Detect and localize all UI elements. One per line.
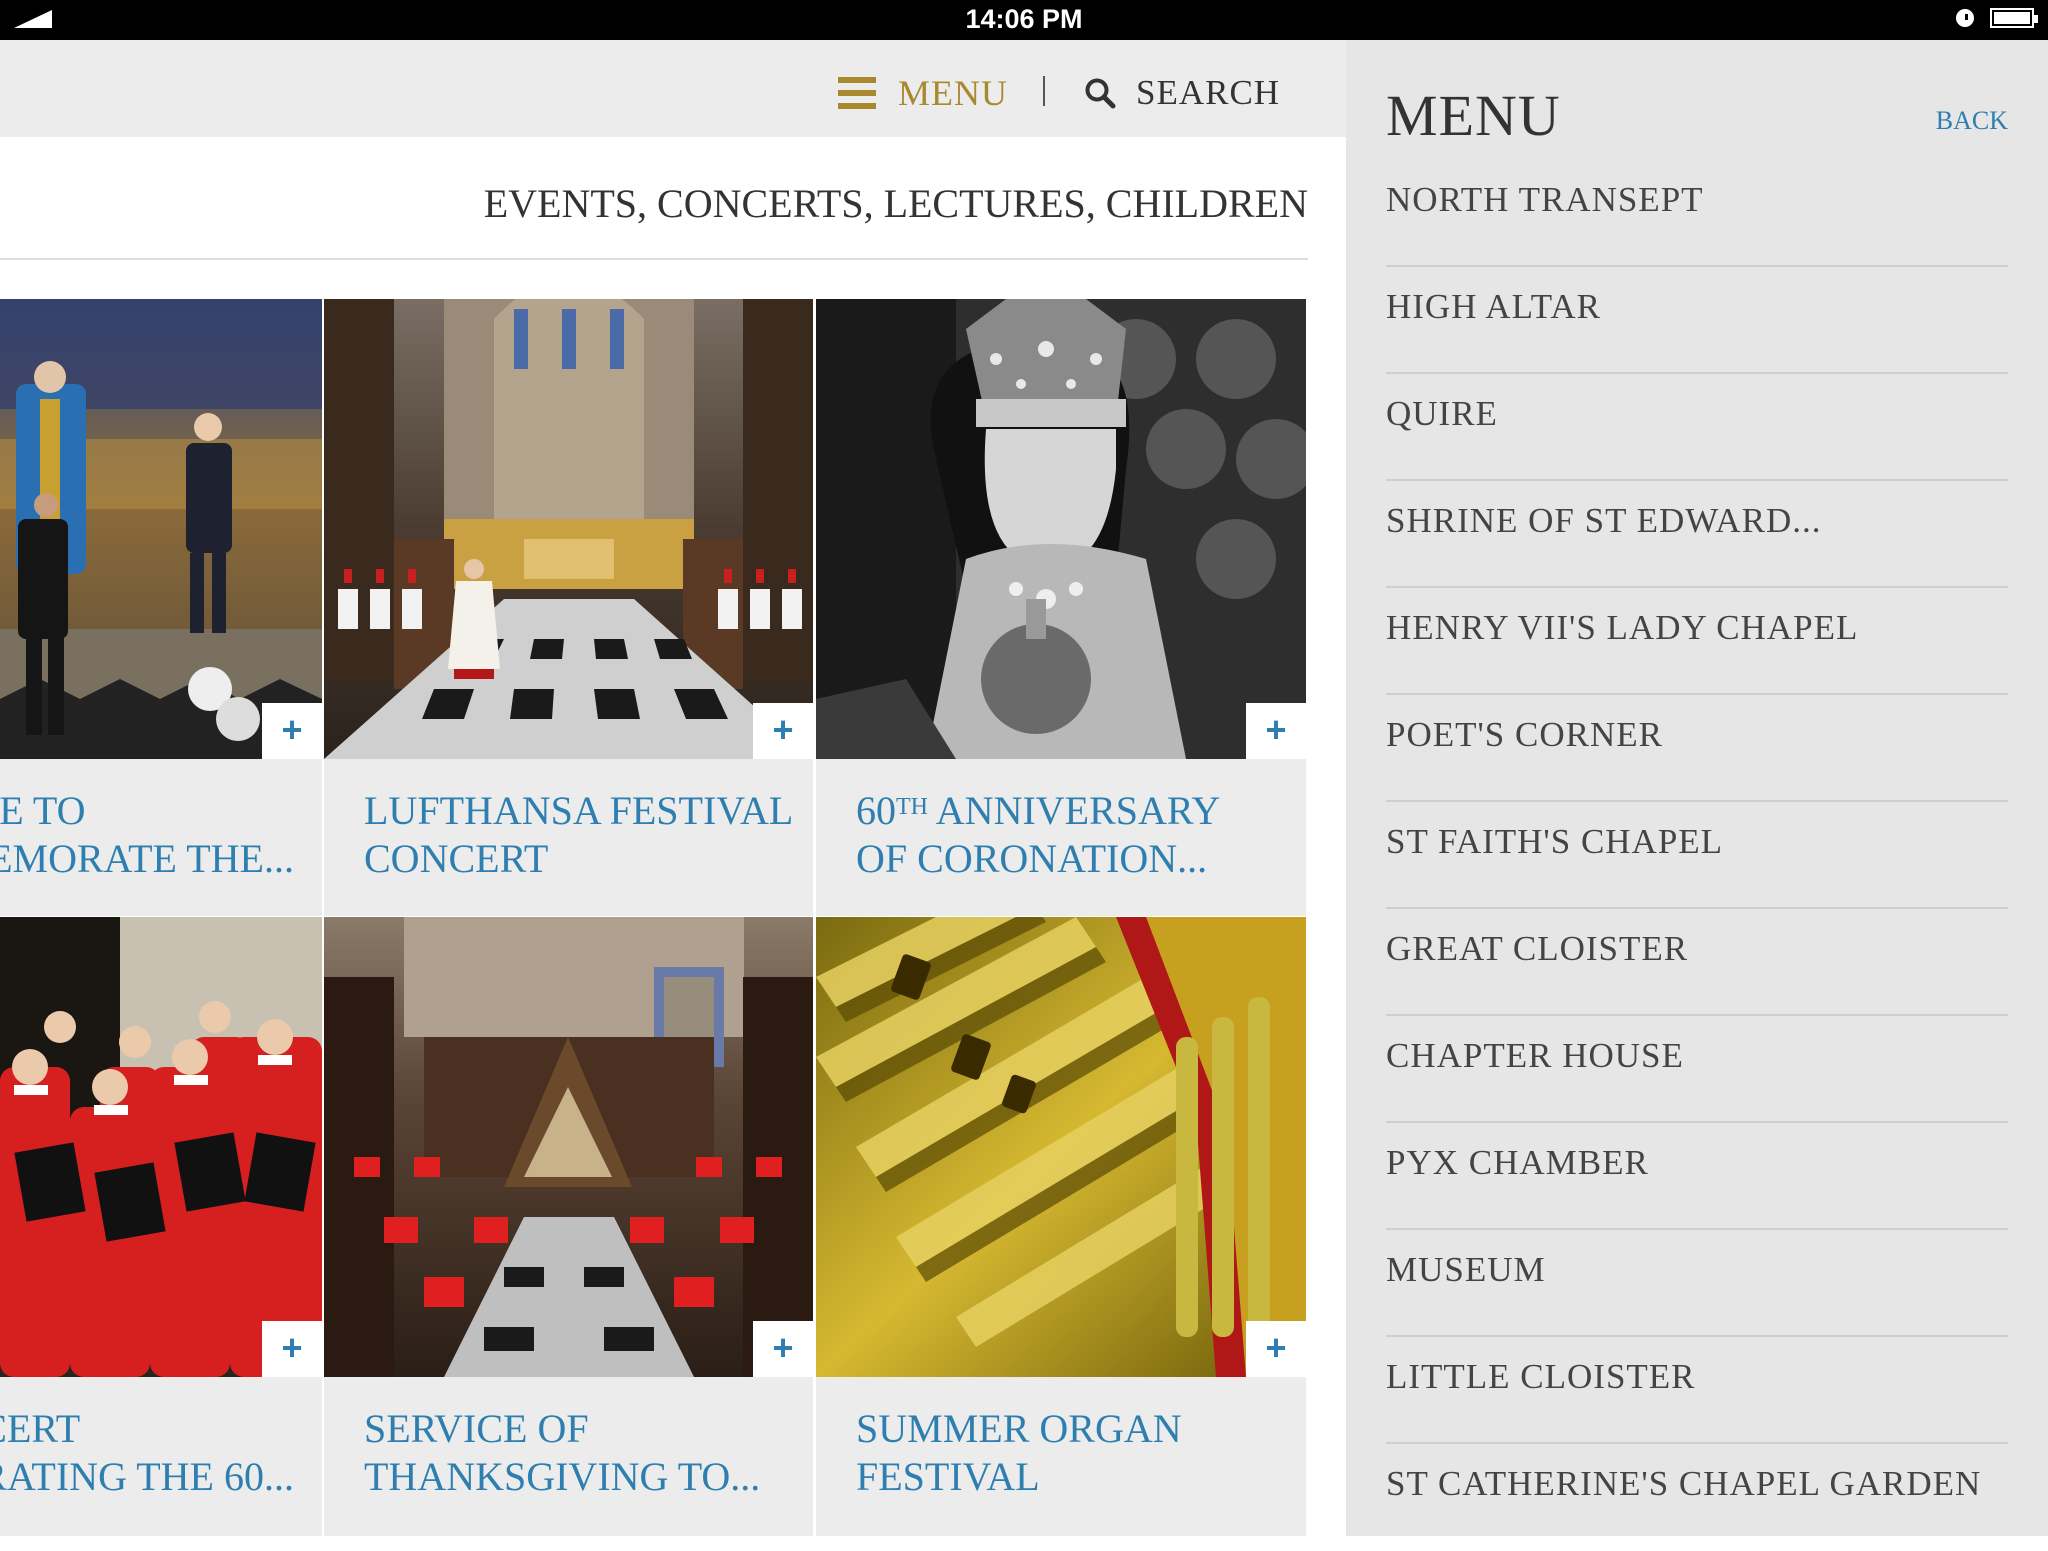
event-tile[interactable]: + CERT RATING THE 60...	[0, 917, 322, 1536]
clergy-ceremony-photo	[0, 299, 322, 759]
event-tile[interactable]: + LUFTHANSA FESTIVAL CONCERT	[324, 299, 813, 916]
choristers-photo	[0, 917, 322, 1377]
menu-item-little-cloister[interactable]: LITTLE CLOISTER	[1386, 1337, 2008, 1444]
menu-item-st-faiths-chapel[interactable]: ST FAITH'S CHAPEL	[1386, 802, 2008, 909]
menu-item-st-catherines-chapel-garden[interactable]: ST CATHERINE'S CHAPEL GARDEN	[1386, 1444, 2008, 1551]
search-icon	[1085, 78, 1116, 109]
menu-item-pyx-chamber[interactable]: PYX CHAMBER	[1386, 1123, 2008, 1230]
expand-button[interactable]: +	[262, 1321, 322, 1377]
menu-item-north-transept[interactable]: NORTH TRANSEPT	[1386, 160, 2008, 267]
back-button[interactable]: BACK	[1936, 106, 2008, 136]
menu-item-chapter-house[interactable]: CHAPTER HOUSE	[1386, 1016, 2008, 1123]
event-title: SUMMER ORGAN FESTIVAL	[856, 1406, 1182, 1499]
battery-icon	[1990, 8, 2038, 28]
coronation-portrait-photo	[816, 299, 1306, 759]
expand-button[interactable]: +	[1246, 1321, 1306, 1377]
search-label: SEARCH	[1136, 73, 1281, 112]
expand-button[interactable]: +	[753, 703, 813, 759]
menu-item-quire[interactable]: QUIRE	[1386, 374, 2008, 481]
expand-button[interactable]: +	[753, 1321, 813, 1377]
event-title: LUFTHANSA FESTIVAL CONCERT	[364, 788, 794, 881]
menu-item-great-cloister[interactable]: GREAT CLOISTER	[1386, 909, 2008, 1016]
event-tile[interactable]: + SERVICE OF THANKSGIVING TO...	[324, 917, 813, 1536]
expand-button[interactable]: +	[262, 703, 322, 759]
menu-button[interactable]: MENU	[838, 74, 1008, 112]
hamburger-icon	[838, 77, 876, 109]
menu-item-henry-vii-lady-chapel[interactable]: HENRY VII'S LADY CHAPEL	[1386, 588, 2008, 695]
top-bar: MENU SEARCH	[0, 40, 1346, 137]
event-title: CERT RATING THE 60...	[0, 1406, 294, 1499]
side-menu-panel: MENU BACK NORTH TRANSEPT HIGH ALTAR QUIR…	[1346, 40, 2048, 1536]
side-menu-title: MENU	[1386, 83, 1561, 148]
alarm-icon	[1956, 9, 1974, 27]
header-divider	[1043, 76, 1045, 106]
main-content: MENU SEARCH EVENTS, CONCERTS, LECTURES, …	[0, 40, 1346, 1536]
section-title: EVENTS, CONCERTS, LECTURES, CHILDREN	[483, 181, 1308, 226]
menu-item-museum[interactable]: MUSEUM	[1386, 1230, 2008, 1337]
event-title: SERVICE OF THANKSGIVING TO...	[364, 1406, 761, 1499]
menu-label: MENU	[898, 73, 1008, 113]
side-menu-list: NORTH TRANSEPT HIGH ALTAR QUIRE SHRINE O…	[1386, 160, 2008, 1551]
menu-item-shrine-of-st-edward[interactable]: SHRINE OF ST EDWARD...	[1386, 481, 2008, 588]
event-tile[interactable]: + 60TH ANNIVERSARY OF CORONATION...	[816, 299, 1306, 916]
title-divider	[0, 258, 1308, 260]
event-title: ICE TO AEMORATE THE...	[0, 788, 294, 881]
event-tile[interactable]: + ICE TO AEMORATE THE...	[0, 299, 322, 916]
event-title: 60TH ANNIVERSARY OF CORONATION...	[856, 788, 1221, 881]
organ-pipes-photo	[816, 917, 1306, 1377]
status-bar: 14:06 PM	[0, 0, 2048, 40]
expand-button[interactable]: +	[1246, 703, 1306, 759]
menu-item-high-altar[interactable]: HIGH ALTAR	[1386, 267, 2008, 374]
menu-item-poets-corner[interactable]: POET'S CORNER	[1386, 695, 2008, 802]
event-tile[interactable]: + SUMMER ORGAN FESTIVAL	[816, 917, 1306, 1536]
choir-stalls-photo	[324, 917, 813, 1377]
abbey-quire-photo	[324, 299, 813, 759]
search-button[interactable]: SEARCH	[1084, 74, 1280, 112]
status-time: 14:06 PM	[965, 4, 1083, 34]
